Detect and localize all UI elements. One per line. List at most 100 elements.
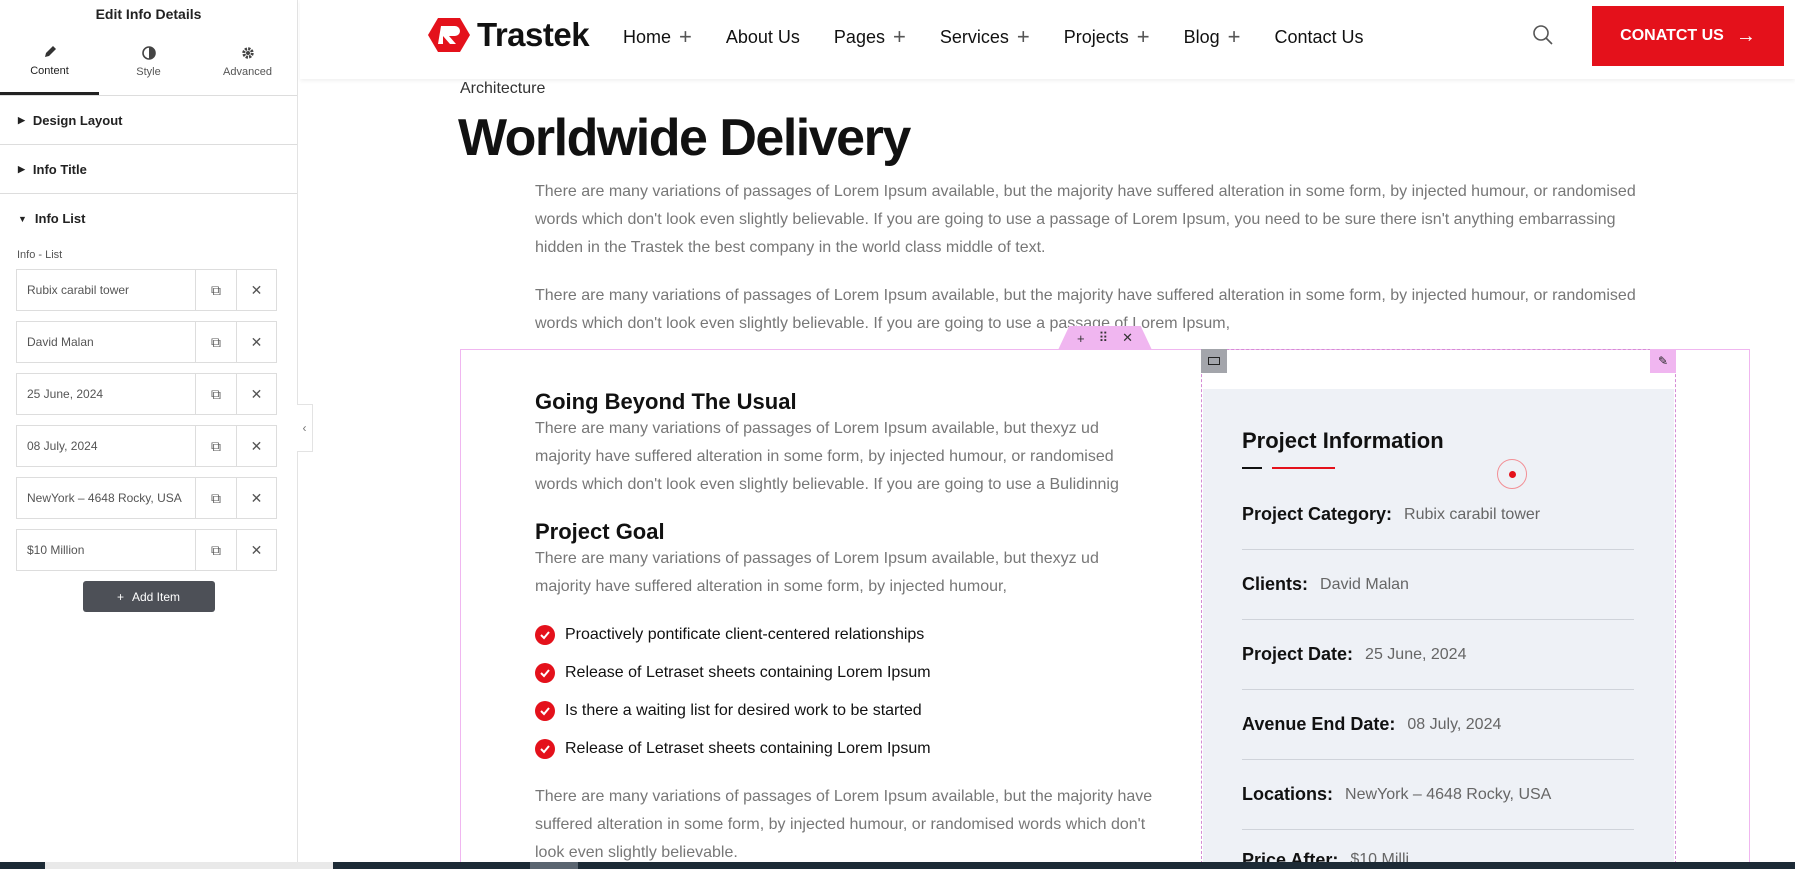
section-handle[interactable]: + ⠿ ✕: [1058, 326, 1152, 350]
chevron-left-icon: ‹: [302, 421, 307, 435]
close-icon[interactable]: ✕: [236, 270, 276, 310]
half-circle-icon: [141, 46, 156, 60]
repeater-item[interactable]: $10 Million ⧉ ✕: [16, 529, 277, 571]
repeater-item[interactable]: David Malan ⧉ ✕: [16, 321, 277, 363]
nav-label: Pages: [833, 26, 885, 47]
info-key: Project Category:: [1242, 504, 1393, 524]
add-icon[interactable]: +: [1077, 331, 1085, 346]
logo[interactable]: Trastek: [427, 16, 590, 54]
repeater-item[interactable]: 08 July, 2024 ⧉ ✕: [16, 425, 277, 467]
nav-blog[interactable]: Blog +: [1184, 24, 1241, 50]
page-title: Worldwide Delivery: [458, 109, 911, 167]
duplicate-icon[interactable]: ⧉: [196, 478, 236, 518]
check-icon: [535, 625, 555, 645]
check-list-item: Release of Letraset sheets containing Lo…: [535, 739, 931, 759]
cta-label: CONATCT US: [1620, 27, 1724, 44]
duplicate-icon[interactable]: ⧉: [196, 270, 236, 310]
info-row: Clients: David Malan: [1242, 550, 1634, 620]
pencil-icon: [44, 45, 56, 57]
repeater-item-title[interactable]: David Malan: [17, 322, 196, 362]
nav-about[interactable]: About Us: [726, 24, 800, 50]
info-row: Price After: $10 Milli: [1242, 830, 1634, 890]
section-design-layout[interactable]: ▶ Design Layout: [0, 96, 297, 145]
nav-contact[interactable]: Contact Us: [1275, 24, 1364, 50]
close-icon[interactable]: ✕: [236, 530, 276, 570]
add-item-button[interactable]: + Add Item: [82, 581, 215, 612]
info-row: Locations: NewYork – 4648 Rocky, USA: [1242, 760, 1634, 830]
section-label: Info List: [34, 211, 86, 226]
plus-icon: +: [1227, 24, 1241, 49]
duplicate-icon[interactable]: ⧉: [196, 374, 236, 414]
column-icon: [1208, 357, 1220, 365]
nav-label: About Us: [725, 26, 800, 47]
pencil-icon: ✎: [1657, 354, 1669, 368]
check-icon: [535, 663, 555, 683]
intro-paragraph: There are many variations of passages of…: [535, 183, 1636, 256]
section-label: Design Layout: [32, 112, 123, 128]
paragraph-bottom: There are many variations of passages of…: [535, 788, 1153, 861]
nav-label: Contact Us: [1274, 26, 1364, 47]
repeater-item-title[interactable]: Rubix carabil tower: [17, 270, 196, 310]
section-info-list[interactable]: ▼ Info List: [0, 194, 297, 243]
repeater-item[interactable]: 25 June, 2024 ⧉ ✕: [16, 373, 277, 415]
check-text: Is there a waiting list for desired work…: [565, 702, 922, 719]
project-info-title: Project Information: [1242, 428, 1444, 453]
column-edit-handle[interactable]: [1201, 349, 1227, 373]
repeater-item[interactable]: NewYork – 4648 Rocky, USA ⧉ ✕: [16, 477, 277, 519]
caret-right-icon: ▶: [18, 114, 25, 125]
repeater-item-title[interactable]: NewYork – 4648 Rocky, USA: [17, 478, 196, 518]
nav-projects[interactable]: Projects +: [1064, 24, 1150, 50]
check-text: Release of Letraset sheets containing Lo…: [565, 664, 931, 681]
contact-us-button[interactable]: CONATCT US →: [1592, 6, 1784, 66]
nav-label: Services: [939, 26, 1009, 47]
info-value: Rubix carabil tower: [1404, 505, 1541, 523]
nav-pages[interactable]: Pages +: [834, 24, 906, 50]
info-value: 25 June, 2024: [1365, 645, 1467, 663]
search-icon[interactable]: [1532, 24, 1554, 46]
repeater-item-title[interactable]: 25 June, 2024: [17, 374, 196, 414]
logo-icon: [428, 18, 470, 52]
plus-icon: +: [1016, 24, 1030, 49]
check-icon: [535, 701, 555, 721]
add-item-label: Add Item: [131, 589, 181, 604]
tab-advanced[interactable]: Advanced: [198, 28, 297, 95]
close-icon[interactable]: ✕: [236, 426, 276, 466]
repeater-item[interactable]: Rubix carabil tower ⧉ ✕: [16, 269, 277, 311]
tab-style[interactable]: Style: [99, 28, 198, 95]
nav-label: Projects: [1063, 26, 1129, 47]
site-header: Trastek Home + About Us Pages + Services + …: [300, 0, 1795, 79]
close-icon[interactable]: ✕: [236, 322, 276, 362]
collapse-panel-button[interactable]: ‹: [297, 404, 313, 452]
taskbar-segment: [530, 862, 578, 869]
panel-tabs: Content Style Advanced: [0, 28, 297, 96]
nav-services[interactable]: Services +: [940, 24, 1030, 50]
logo-text: Trastek: [477, 16, 590, 53]
repeater-item-title[interactable]: $10 Million: [17, 530, 196, 570]
close-icon[interactable]: ✕: [236, 374, 276, 414]
close-icon[interactable]: ✕: [236, 478, 276, 518]
widget-edit-handle[interactable]: ✎: [1650, 349, 1676, 373]
heading-beyond-usual: Going Beyond The Usual: [535, 389, 797, 414]
duplicate-icon[interactable]: ⧉: [196, 426, 236, 466]
nav-home[interactable]: Home +: [623, 24, 692, 50]
close-icon[interactable]: ✕: [1122, 330, 1133, 346]
section-label: Info Title: [32, 161, 87, 177]
tab-content[interactable]: Content: [0, 28, 99, 95]
repeater-item-title[interactable]: 08 July, 2024: [17, 426, 196, 466]
arrow-right-icon: →: [1735, 24, 1756, 47]
info-key: Avenue End Date:: [1242, 714, 1396, 734]
drag-handle-icon[interactable]: ⠿: [1099, 330, 1109, 346]
tab-content-label: Content: [30, 64, 69, 77]
check-text: Proactively pontificate client-centered …: [565, 626, 925, 643]
panel-title: Edit Info Details: [95, 6, 202, 22]
paragraph-beyond-usual: There are many variations of passages of…: [535, 420, 1119, 493]
caret-right-icon: ▶: [18, 163, 25, 174]
breadcrumb[interactable]: Architecture: [460, 80, 545, 98]
caret-down-icon: ▼: [18, 213, 27, 224]
duplicate-icon[interactable]: ⧉: [196, 322, 236, 362]
section-info-title[interactable]: ▶ Info Title: [0, 145, 297, 194]
heading-project-goal: Project Goal: [535, 519, 665, 544]
tab-advanced-label: Advanced: [223, 66, 272, 78]
plus-icon: +: [116, 589, 124, 604]
duplicate-icon[interactable]: ⧉: [196, 530, 236, 570]
